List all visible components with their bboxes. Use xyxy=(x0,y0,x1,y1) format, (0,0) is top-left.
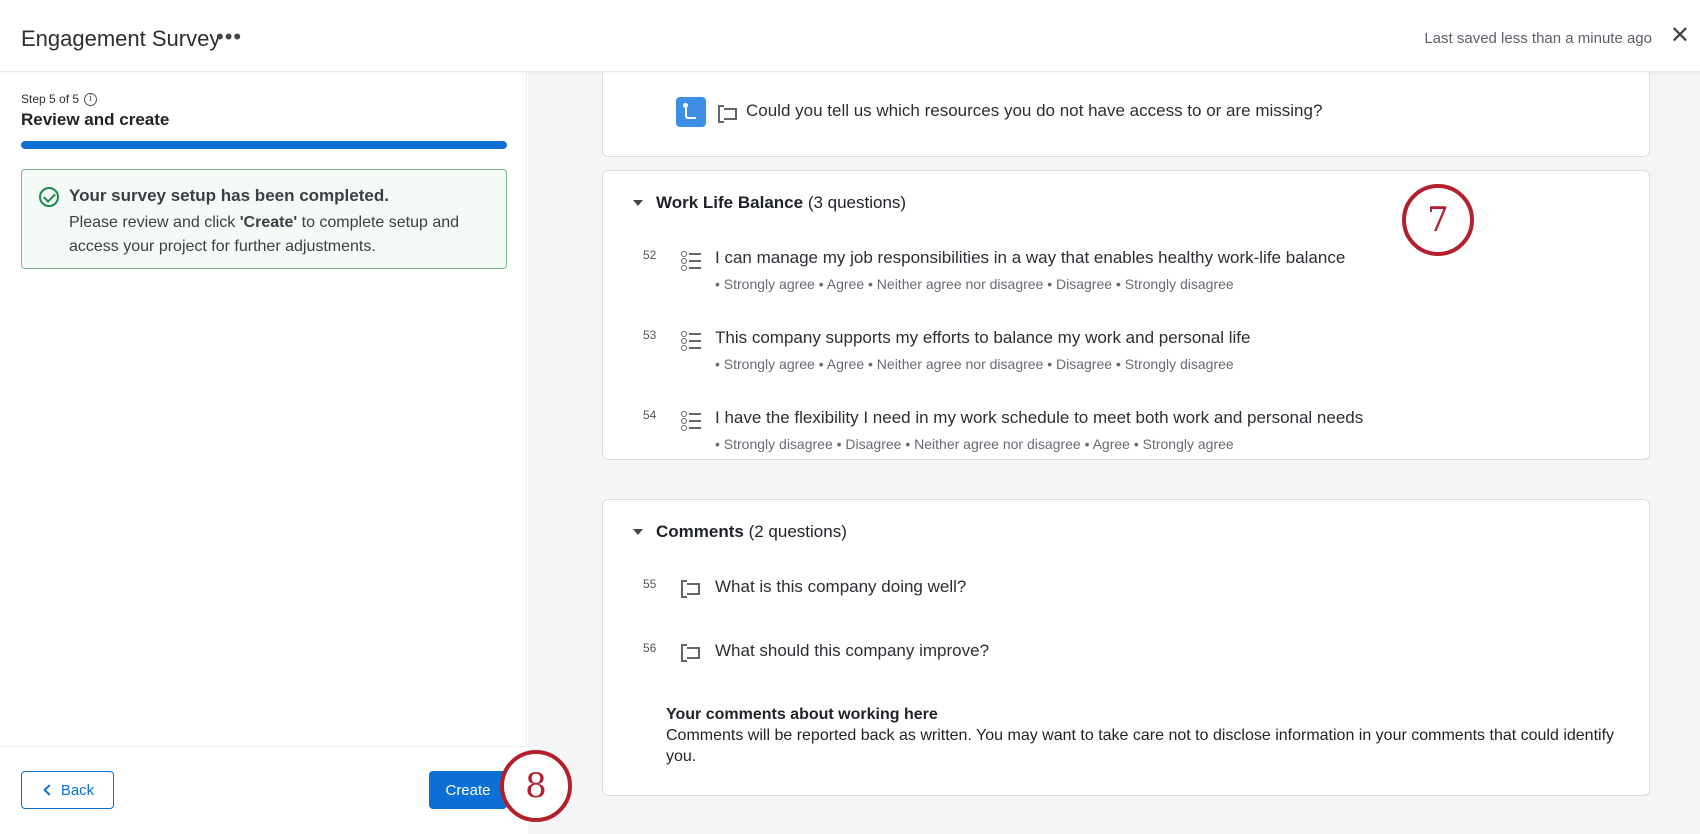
question-number: 53 xyxy=(643,328,657,342)
section-card-work-life-balance: Work Life Balance (3 questions) 52 I can… xyxy=(602,170,1650,460)
progress-bar xyxy=(21,141,507,149)
success-body-pre: Please review and click xyxy=(69,214,240,231)
section-name: Comments xyxy=(656,522,744,541)
question-number: 55 xyxy=(643,577,657,591)
question-text: I can manage my job responsibilities in … xyxy=(715,248,1346,267)
question-text: This company supports my efforts to bala… xyxy=(715,328,1251,347)
wizard-footer: Back Create xyxy=(0,746,527,834)
question-card-previous: Could you tell us which resources you do… xyxy=(602,72,1650,157)
question-row: 54 I have the flexibility I need in my w… xyxy=(643,408,1623,452)
question-text: What should this company improve? xyxy=(715,641,990,660)
question-text: What is this company doing well? xyxy=(715,577,967,596)
multiple-choice-icon xyxy=(681,331,701,351)
section-count: (2 questions) xyxy=(748,522,847,541)
success-alert: Your survey setup has been completed. Pl… xyxy=(21,169,507,269)
multiple-choice-icon xyxy=(681,251,701,271)
question-row: 53 This company supports my efforts to b… xyxy=(643,328,1623,372)
success-body-bold: 'Create' xyxy=(239,214,298,231)
review-content[interactable]: Could you tell us which resources you do… xyxy=(528,72,1700,834)
section-header: Work Life Balance (3 questions) xyxy=(633,193,906,213)
question-row: 52 I can manage my job responsibilities … xyxy=(643,248,1623,292)
create-button[interactable]: Create xyxy=(429,771,507,809)
step-title: Review and create xyxy=(21,110,170,129)
question-number: 52 xyxy=(643,248,657,262)
top-bar: Engagement Survey ••• Last saved less th… xyxy=(0,0,1700,72)
note-body: Comments will be reported back as writte… xyxy=(666,727,1615,765)
question-choices: • Strongly disagree • Disagree • Neither… xyxy=(715,436,1234,452)
wizard-panel: Step 5 of 5 i Review and create Your sur… xyxy=(0,72,527,834)
question-choices: • Strongly agree • Agree • Neither agree… xyxy=(715,276,1234,292)
survey-title: Engagement Survey xyxy=(21,26,221,51)
multiple-choice-icon xyxy=(681,411,701,431)
question-number: 54 xyxy=(643,408,657,422)
back-button[interactable]: Back xyxy=(21,771,114,809)
more-options-icon[interactable]: ••• xyxy=(216,24,242,50)
step-marker-8: 8 xyxy=(500,750,572,822)
collapse-caret-icon[interactable] xyxy=(633,529,643,535)
check-circle-icon xyxy=(39,187,59,207)
back-label: Back xyxy=(60,781,95,799)
note-title: Your comments about working here xyxy=(666,706,938,723)
section-count: (3 questions) xyxy=(807,193,907,212)
step-indicator: Step 5 of 5 i xyxy=(21,92,98,106)
text-entry-icon xyxy=(718,105,737,123)
question-number: 56 xyxy=(643,641,657,655)
step-marker-7: 7 xyxy=(1402,184,1474,256)
comments-note: Your comments about working here Comment… xyxy=(666,704,1626,767)
section-card-comments: Comments (2 questions) 55 What is this c… xyxy=(602,499,1650,796)
info-icon[interactable]: i xyxy=(84,92,98,106)
step-label: Step 5 of 5 xyxy=(21,92,80,106)
section-header: Comments (2 questions) xyxy=(633,522,847,542)
success-message: Please review and click 'Create' to comp… xyxy=(69,211,494,259)
text-entry-icon xyxy=(681,644,700,662)
collapse-caret-icon[interactable] xyxy=(633,200,643,206)
text-entry-icon xyxy=(681,580,700,598)
chevron-left-icon xyxy=(43,784,55,796)
success-title: Your survey setup has been completed. xyxy=(69,186,389,205)
display-logic-icon[interactable] xyxy=(676,97,706,127)
question-text: Could you tell us which resources you do… xyxy=(746,101,1323,120)
save-status: Last saved less than a minute ago xyxy=(1424,30,1652,47)
close-icon[interactable]: ✕ xyxy=(1670,24,1690,48)
progress-fill xyxy=(21,141,507,149)
question-choices: • Strongly agree • Agree • Neither agree… xyxy=(715,356,1234,372)
section-name: Work Life Balance xyxy=(656,193,804,212)
question-text: I have the flexibility I need in my work… xyxy=(715,408,1364,427)
